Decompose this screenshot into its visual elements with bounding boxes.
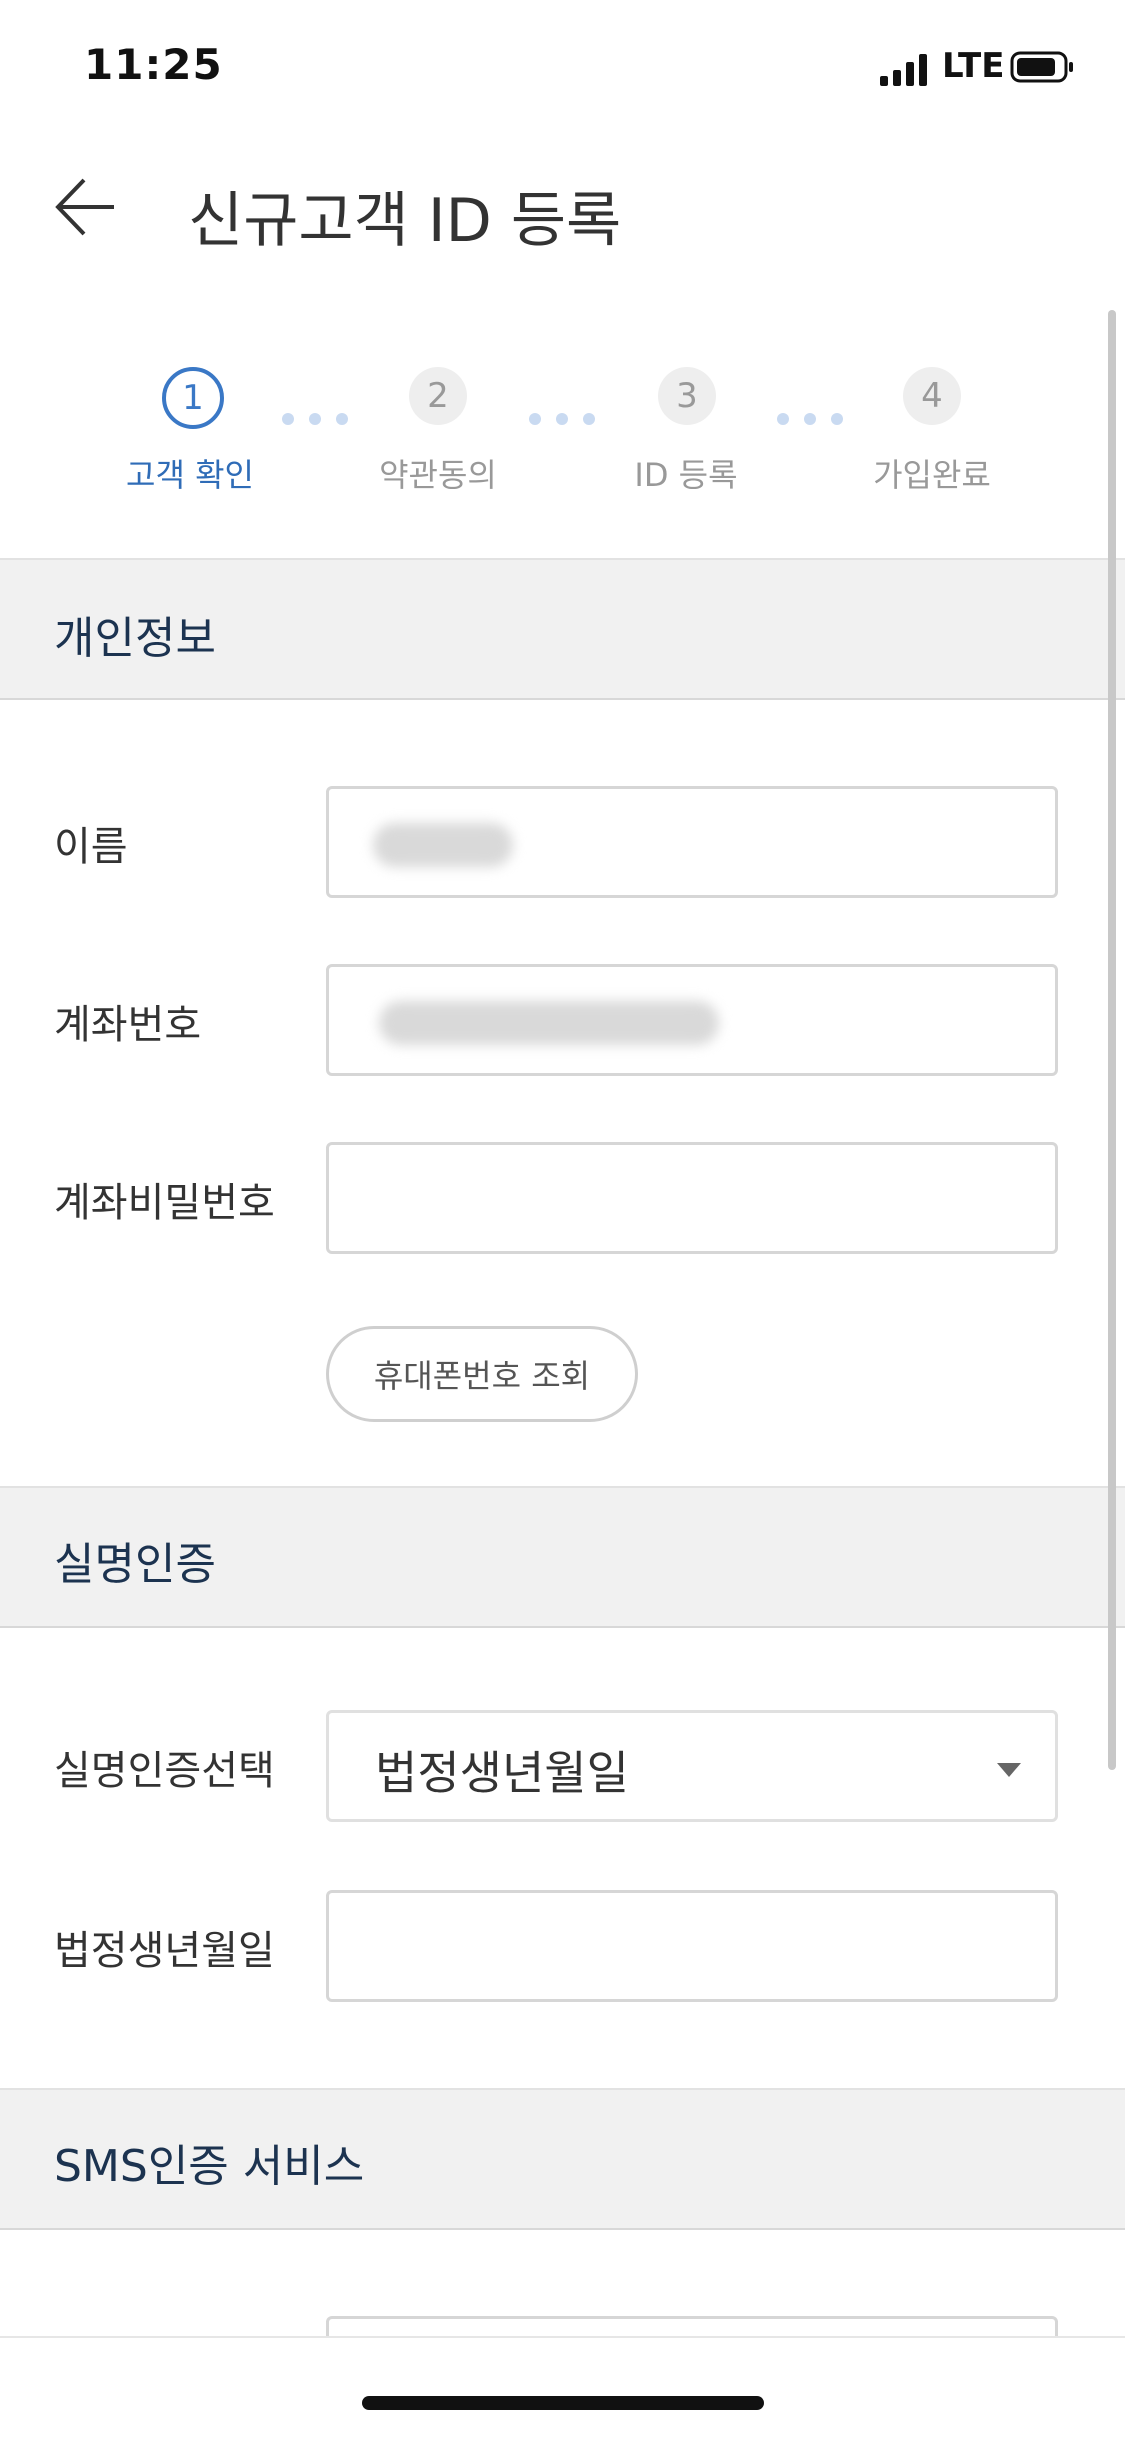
phone-lookup-button[interactable]: 휴대폰번호 조회 (326, 1326, 638, 1422)
account-number-field[interactable] (326, 964, 1058, 1076)
step-2-label: 약관동의 (379, 456, 497, 494)
birthdate-label: 법정생년월일 (54, 1928, 275, 1974)
realname-select-label: 실명인증선택 (54, 1748, 275, 1794)
section-sms-title: SMS인증 서비스 (54, 2141, 365, 2192)
birthdate-field[interactable] (326, 1890, 1058, 2002)
step-3-indicator: 3 (658, 367, 716, 425)
home-indicator[interactable] (362, 2396, 764, 2410)
battery-icon (1010, 51, 1073, 83)
step-4-indicator: 4 (903, 367, 961, 425)
page-title: 신규고객 ID 등록 (188, 186, 622, 256)
account-password-field[interactable] (326, 1142, 1058, 1254)
status-time: 11:25 (84, 40, 223, 89)
section-realname-title: 실명인증 (54, 1539, 216, 1590)
realname-select-value: 법정생년월일 (375, 1746, 629, 1800)
realname-method-select[interactable]: 법정생년월일 (326, 1710, 1058, 1822)
step-dots (777, 413, 843, 425)
signal-icon (880, 54, 927, 86)
step-2-indicator: 2 (409, 367, 467, 425)
masked-name (373, 823, 513, 867)
account-password-label: 계좌비밀번호 (54, 1180, 275, 1226)
step-4-label: 가입완료 (873, 456, 991, 494)
scrollbar[interactable] (1108, 310, 1116, 1770)
name-label: 이름 (54, 824, 128, 870)
network-type: LTE (942, 46, 1005, 86)
bottom-safe-area (0, 2336, 1125, 2438)
step-1-indicator: 1 (162, 367, 224, 429)
step-dots (529, 413, 595, 425)
back-button[interactable] (50, 172, 120, 242)
section-personal-title: 개인정보 (54, 613, 216, 664)
masked-account-number (379, 1001, 719, 1045)
account-number-label: 계좌번호 (54, 1002, 202, 1048)
name-field[interactable] (326, 786, 1058, 898)
step-1-label: 고객 확인 (126, 456, 254, 494)
caret-down-icon (997, 1763, 1021, 1777)
arrow-left-icon (55, 178, 114, 236)
step-dots (282, 413, 348, 425)
step-3-label: ID 등록 (634, 456, 738, 494)
